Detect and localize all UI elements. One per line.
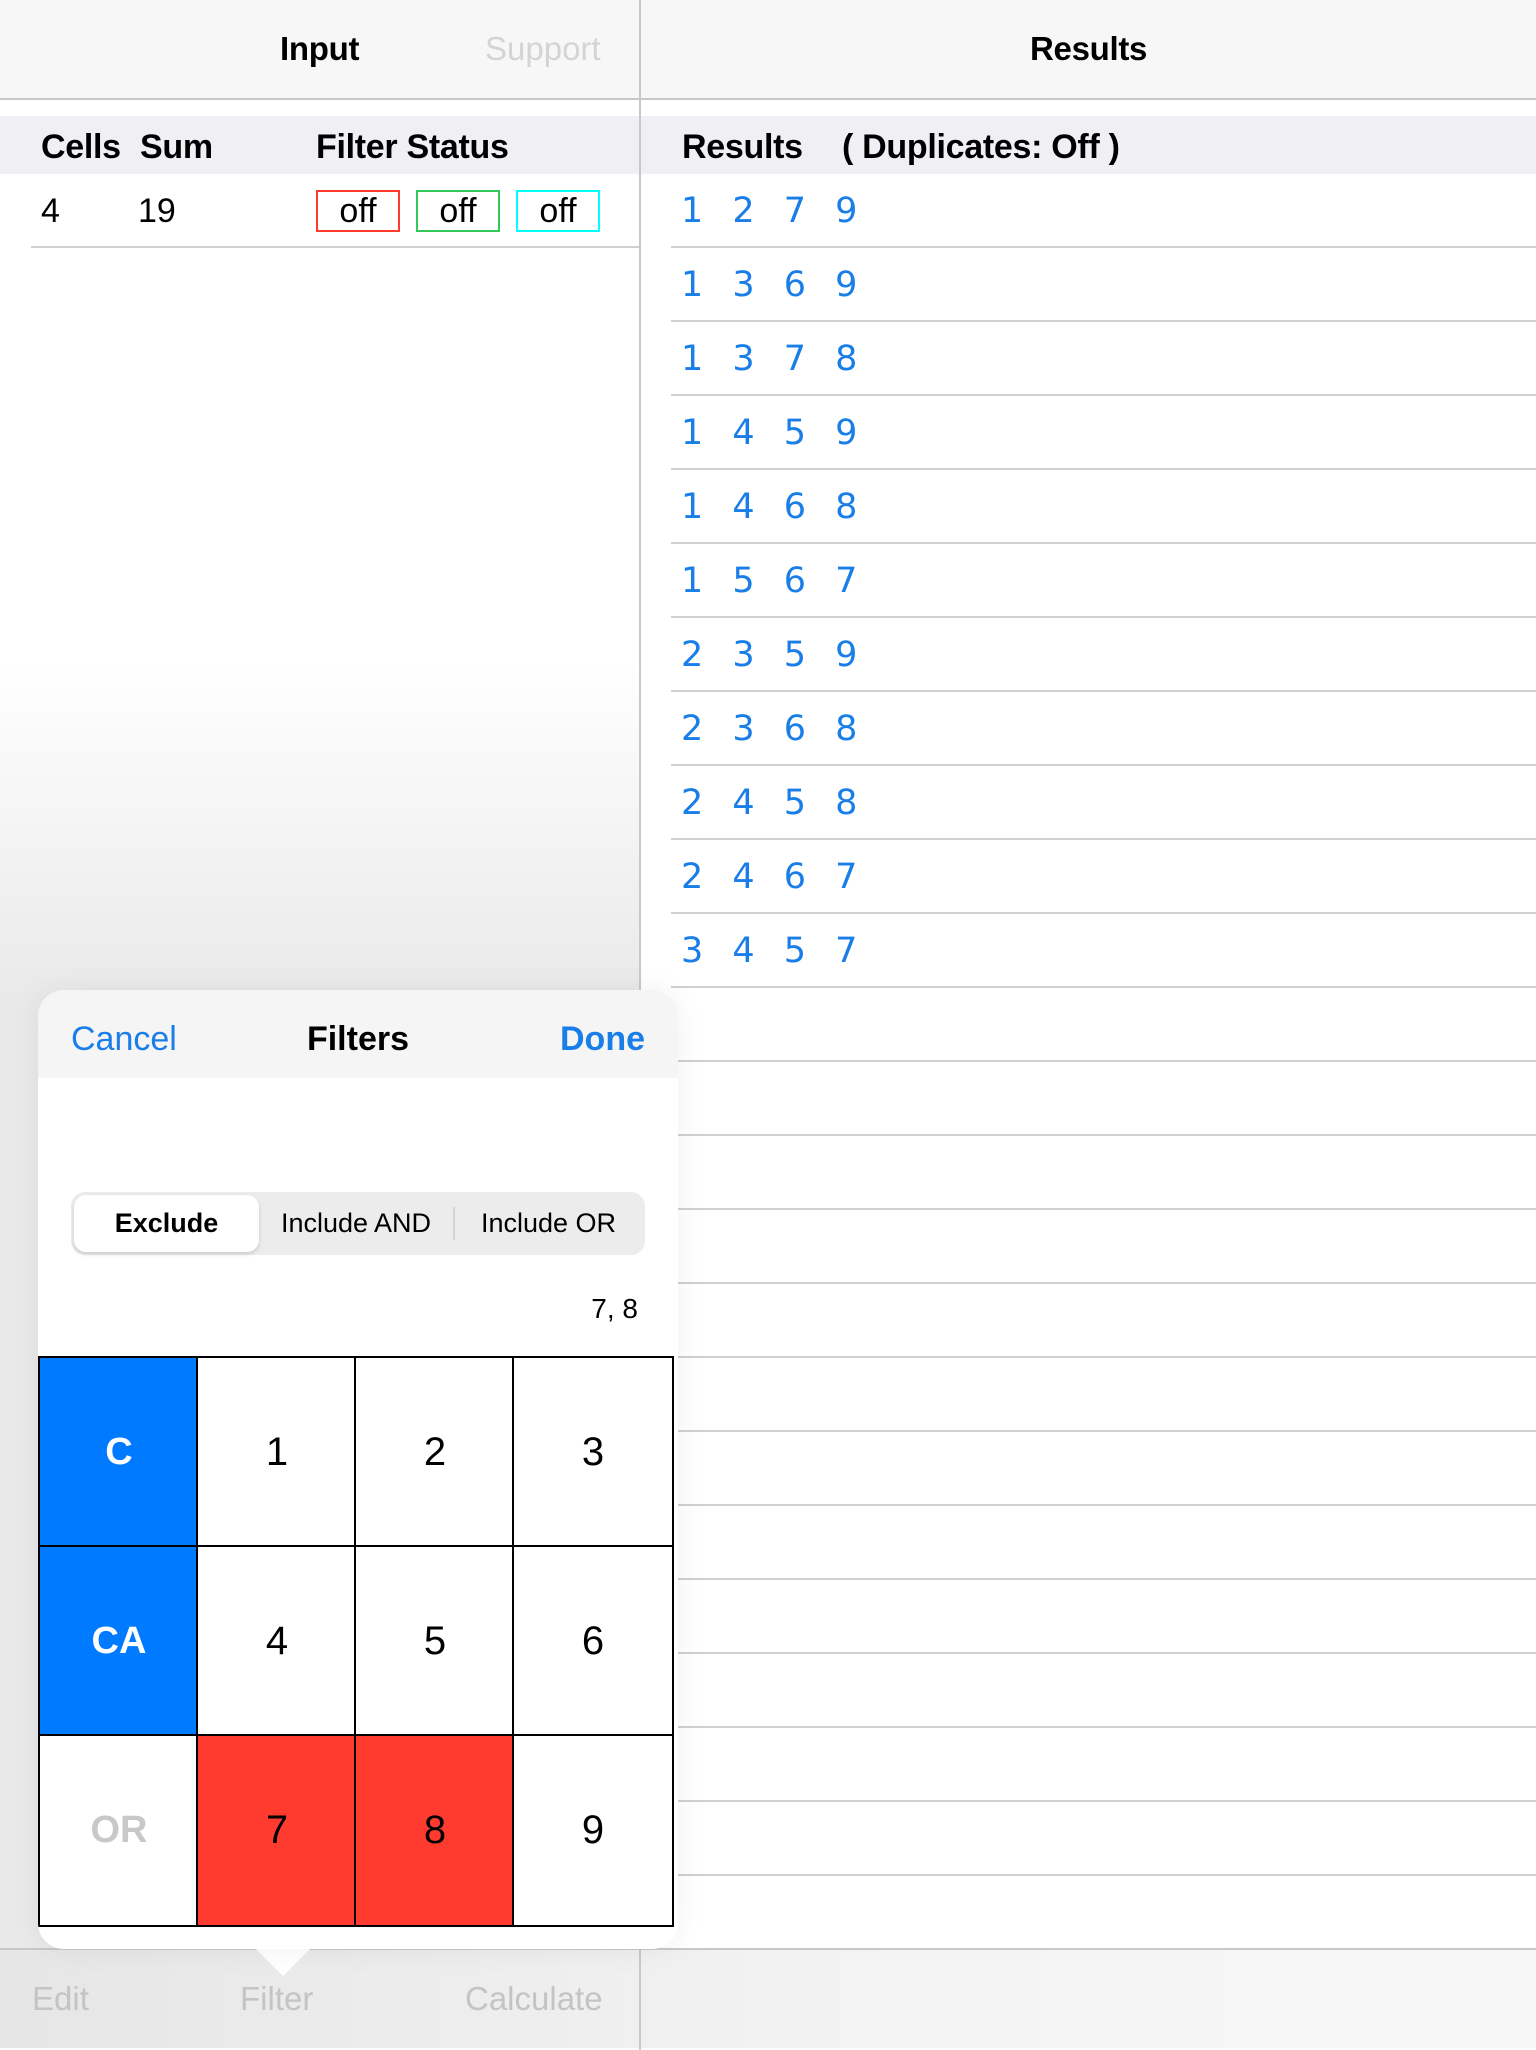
key-4[interactable]: 4 (196, 1545, 358, 1738)
result-combination: 2 3 6 8 (681, 709, 867, 749)
result-row[interactable]: 2 4 6 7 (641, 840, 1536, 914)
empty-row (641, 988, 1536, 1062)
result-combination: 2 4 5 8 (681, 783, 867, 823)
result-combination: 1 5 6 7 (681, 561, 867, 601)
empty-row (641, 1210, 1536, 1284)
key-ca[interactable]: CA (38, 1545, 200, 1738)
empty-row (641, 1506, 1536, 1580)
duplicates-status: ( Duplicates: Off ) (842, 128, 1120, 166)
results-title: Results (1030, 30, 1148, 67)
support-link[interactable]: Support (485, 30, 601, 68)
result-row[interactable]: 1 4 5 9 (641, 396, 1536, 470)
key-5[interactable]: 5 (354, 1545, 516, 1738)
empty-row (641, 1802, 1536, 1876)
popover-arrow (255, 1948, 311, 1976)
empty-row (641, 1580, 1536, 1654)
segment-include-and[interactable]: Include AND (261, 1195, 451, 1252)
segment-include-or[interactable]: Include OR (455, 1195, 642, 1252)
result-combination: 1 4 5 9 (681, 413, 867, 453)
cells-header: Cells (41, 128, 121, 166)
empty-row (641, 1062, 1536, 1136)
calculate-button[interactable]: Calculate (465, 1980, 603, 2018)
filter-status-exclude: off (316, 190, 400, 232)
result-row[interactable]: 1 3 7 8 (641, 322, 1536, 396)
input-section-header: Cells Sum Filter Status (0, 116, 639, 174)
edit-button[interactable]: Edit (32, 1980, 89, 2018)
filter-status-include-and: off (416, 190, 500, 232)
empty-row (641, 1432, 1536, 1506)
filter-status-header: Filter Status (316, 128, 509, 166)
sum-header: Sum (140, 128, 213, 166)
result-row[interactable]: 1 2 7 9 (641, 174, 1536, 248)
empty-row (641, 1358, 1536, 1432)
key-1[interactable]: 1 (196, 1356, 358, 1549)
key-8[interactable]: 8 (354, 1734, 516, 1927)
cancel-button[interactable]: Cancel (71, 1020, 177, 1059)
empty-row (641, 1654, 1536, 1728)
empty-row (641, 1136, 1536, 1210)
result-row[interactable]: 2 3 6 8 (641, 692, 1536, 766)
key-c[interactable]: C (38, 1356, 200, 1549)
results-nav-bar: Results (641, 0, 1536, 100)
result-row[interactable]: 3 4 5 7 (641, 914, 1536, 988)
cells-value: 4 (41, 192, 60, 230)
results-header: Results (682, 128, 803, 166)
results-panel: Results ( Duplicates: Off ) 1 2 7 9 1 3 6… (641, 100, 1536, 1948)
key-2[interactable]: 2 (354, 1356, 516, 1549)
results-section-header: Results ( Duplicates: Off ) (641, 116, 1536, 174)
empty-row (641, 1728, 1536, 1802)
empty-row (641, 1284, 1536, 1358)
filter-mode-segmented-control: Exclude Include AND Include OR (71, 1192, 645, 1255)
segment-exclude[interactable]: Exclude (74, 1195, 259, 1252)
result-row[interactable]: 2 4 5 8 (641, 766, 1536, 840)
result-combination: 3 4 5 7 (681, 931, 867, 971)
key-6[interactable]: 6 (512, 1545, 674, 1738)
result-row[interactable]: 1 4 6 8 (641, 470, 1536, 544)
popover-header: Filters Cancel Done (38, 990, 678, 1078)
result-combination: 1 2 7 9 (681, 191, 867, 231)
input-title: Input (280, 30, 360, 67)
result-combination: 2 4 6 7 (681, 857, 867, 897)
result-row[interactable]: 1 3 6 9 (641, 248, 1536, 322)
bottom-toolbar: Edit Filter Calculate (0, 1948, 1536, 2050)
result-combination: 1 4 6 8 (681, 487, 867, 527)
result-combination: 1 3 6 9 (681, 265, 867, 305)
result-row[interactable]: 2 3 5 9 (641, 618, 1536, 692)
row-separator (31, 246, 639, 248)
key-7[interactable]: 7 (196, 1734, 358, 1927)
result-combination: 1 3 7 8 (681, 339, 867, 379)
filters-popover: Filters Cancel Done Exclude Include AND … (38, 990, 678, 1949)
input-row[interactable]: 4 19 off off off (0, 174, 639, 247)
sum-value: 19 (138, 192, 176, 230)
toolbar-divider (639, 1950, 641, 2050)
done-button[interactable]: Done (560, 1020, 645, 1059)
result-row[interactable]: 1 5 6 7 (641, 544, 1536, 618)
selected-numbers: 7, 8 (591, 1293, 638, 1324)
filter-status-include-or: off (516, 190, 600, 232)
input-nav-bar: Input Support (0, 0, 639, 100)
key-3[interactable]: 3 (512, 1356, 674, 1549)
key-or[interactable]: OR (38, 1734, 200, 1927)
row-separator (671, 1874, 1536, 1876)
filter-button[interactable]: Filter (240, 1980, 313, 2018)
number-keypad: C 1 2 3 CA 4 5 6 OR 7 8 9 (38, 1356, 678, 1929)
key-9[interactable]: 9 (512, 1734, 674, 1927)
result-combination: 2 3 5 9 (681, 635, 867, 675)
